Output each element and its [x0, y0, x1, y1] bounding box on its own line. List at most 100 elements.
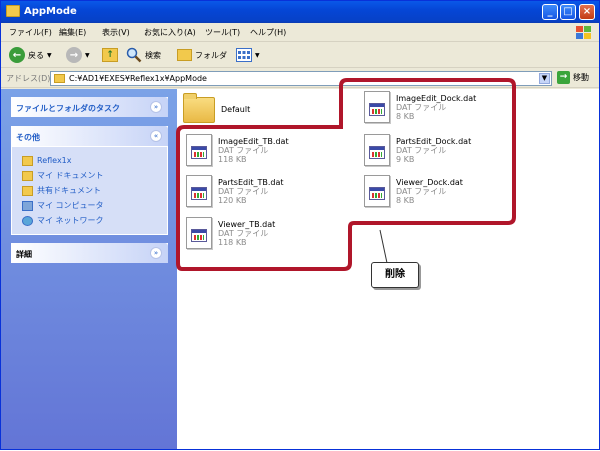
- other-panel-title: その他: [16, 133, 40, 142]
- chevron-down-icon: ▼: [47, 51, 52, 59]
- folder-name: Default: [221, 105, 251, 114]
- folders-button[interactable]: フォルダ: [177, 46, 227, 64]
- folder-default[interactable]: Default: [183, 93, 251, 123]
- go-arrow-icon: →: [557, 71, 570, 84]
- views-button[interactable]: ▼: [236, 46, 260, 64]
- other-link-shared-documents[interactable]: 共有ドキュメント: [22, 183, 157, 198]
- window-title: AppMode: [24, 6, 77, 17]
- chevron-down-icon[interactable]: »: [150, 101, 162, 113]
- tasks-panel-header[interactable]: ファイルとフォルダのタスク »: [11, 97, 168, 117]
- address-input[interactable]: C:¥AD1¥EXES¥Reflex1x¥AppMode ▼: [50, 71, 552, 86]
- back-button[interactable]: ← 戻る ▼: [9, 46, 52, 64]
- search-label: 検索: [145, 50, 161, 60]
- forward-button[interactable]: → ▼: [66, 46, 90, 64]
- folder-icon: [183, 93, 215, 123]
- go-button[interactable]: → 移動: [557, 71, 589, 84]
- title-bar[interactable]: AppMode _ □ ×: [1, 1, 599, 23]
- other-link-reflex1x[interactable]: Reflex1x: [22, 153, 157, 168]
- details-panel-title: 詳細: [16, 250, 32, 259]
- menu-favorites[interactable]: お気に入り(A): [144, 27, 196, 38]
- my-documents-icon: [22, 170, 33, 181]
- address-path: C:¥AD1¥EXES¥Reflex1x¥AppMode: [69, 74, 207, 83]
- file-name: Viewer_TB.dat: [218, 220, 276, 229]
- file-size: 118 KB: [218, 238, 247, 247]
- other-link-my-computer[interactable]: マイ コンピュータ: [22, 198, 157, 213]
- back-arrow-icon: ←: [9, 47, 25, 63]
- file-size: 120 KB: [218, 196, 247, 205]
- dat-file-icon: [186, 134, 212, 166]
- file-type: DAT ファイル: [218, 146, 269, 155]
- search-icon: [126, 47, 142, 63]
- file-size: 118 KB: [218, 155, 247, 164]
- dat-file-icon: [186, 175, 212, 207]
- file-type: DAT ファイル: [396, 146, 447, 155]
- link-label: マイ ドキュメント: [37, 171, 104, 180]
- folders-icon: [177, 49, 192, 61]
- delete-callout-label: 削除: [371, 262, 419, 288]
- file-name: ImageEdit_TB.dat: [218, 137, 289, 146]
- shared-documents-icon: [22, 185, 33, 196]
- file-item[interactable]: ImageEdit_TB.dat DAT ファイル 118 KB: [186, 134, 289, 166]
- link-label: マイ コンピュータ: [37, 201, 104, 210]
- file-type: DAT ファイル: [396, 103, 447, 112]
- chevron-up-icon[interactable]: «: [150, 130, 162, 142]
- file-type: DAT ファイル: [396, 187, 447, 196]
- menu-help[interactable]: ヘルプ(H): [250, 27, 286, 38]
- other-link-my-network[interactable]: マイ ネットワーク: [22, 213, 157, 228]
- forward-arrow-icon: →: [66, 47, 82, 63]
- file-type: DAT ファイル: [218, 187, 269, 196]
- search-button[interactable]: 検索: [126, 46, 161, 64]
- file-size: 8 KB: [396, 196, 415, 205]
- chevron-down-icon: ▼: [85, 51, 90, 59]
- folders-label: フォルダ: [195, 50, 227, 60]
- link-label: 共有ドキュメント: [37, 186, 101, 195]
- views-icon: [236, 48, 252, 62]
- my-network-icon: [22, 215, 33, 226]
- file-type: DAT ファイル: [218, 229, 269, 238]
- chevron-down-icon: ▼: [255, 51, 260, 59]
- other-link-my-documents[interactable]: マイ ドキュメント: [22, 168, 157, 183]
- back-label: 戻る: [28, 50, 44, 60]
- task-pane: ファイルとフォルダのタスク » その他 « Reflex1x マイ ドキュメント: [1, 89, 177, 449]
- file-item[interactable]: Viewer_TB.dat DAT ファイル 118 KB: [186, 217, 275, 249]
- address-dropdown-icon[interactable]: ▼: [539, 73, 550, 84]
- file-size: 9 KB: [396, 155, 415, 164]
- toolbar: ← 戻る ▼ → ▼ ↑ 検索 フォルダ ▼: [1, 42, 599, 68]
- file-item[interactable]: PartsEdit_TB.dat DAT ファイル 120 KB: [186, 175, 284, 207]
- windows-logo-icon: [576, 26, 591, 39]
- dat-file-icon: [186, 217, 212, 249]
- file-item[interactable]: PartsEdit_Dock.dat DAT ファイル 9 KB: [364, 134, 471, 166]
- file-size: 8 KB: [396, 112, 415, 121]
- minimize-button[interactable]: _: [542, 4, 558, 20]
- up-folder-button[interactable]: ↑: [102, 46, 118, 64]
- menu-tools[interactable]: ツール(T): [205, 27, 240, 38]
- folder-icon: [22, 155, 33, 166]
- folder-icon: [6, 5, 20, 17]
- dat-file-icon: [364, 134, 390, 166]
- dat-file-icon: [364, 91, 390, 123]
- other-panel-header[interactable]: その他 «: [11, 126, 168, 146]
- other-panel-body: Reflex1x マイ ドキュメント 共有ドキュメント マイ コンピュータ マイ…: [11, 146, 168, 235]
- chevron-down-icon[interactable]: »: [150, 247, 162, 259]
- file-name: ImageEdit_Dock.dat: [396, 94, 477, 103]
- go-label: 移動: [573, 73, 589, 82]
- dat-file-icon: [364, 175, 390, 207]
- file-item[interactable]: Viewer_Dock.dat DAT ファイル 8 KB: [364, 175, 463, 207]
- file-item[interactable]: ImageEdit_Dock.dat DAT ファイル 8 KB: [364, 91, 476, 123]
- folder-icon: [54, 74, 65, 83]
- file-name: PartsEdit_Dock.dat: [396, 137, 472, 146]
- link-label: マイ ネットワーク: [37, 216, 104, 225]
- menu-view[interactable]: 表示(V): [102, 27, 130, 38]
- address-bar: アドレス(D) C:¥AD1¥EXES¥Reflex1x¥AppMode ▼ →…: [1, 68, 599, 88]
- details-panel-header[interactable]: 詳細 »: [11, 243, 168, 263]
- tasks-panel-title: ファイルとフォルダのタスク: [16, 104, 120, 113]
- file-folder-tasks-panel: ファイルとフォルダのタスク »: [11, 97, 168, 117]
- close-button[interactable]: ×: [579, 4, 595, 20]
- file-name: Viewer_Dock.dat: [396, 178, 463, 187]
- explorer-window: AppMode _ □ × ファイル(F) 編集(E) 表示(V) お気に入り(…: [0, 0, 600, 450]
- maximize-button[interactable]: □: [560, 4, 576, 20]
- menu-edit[interactable]: 編集(E): [59, 27, 86, 38]
- menu-file[interactable]: ファイル(F): [9, 27, 52, 38]
- up-folder-icon: ↑: [102, 48, 118, 62]
- address-label: アドレス(D): [6, 74, 51, 83]
